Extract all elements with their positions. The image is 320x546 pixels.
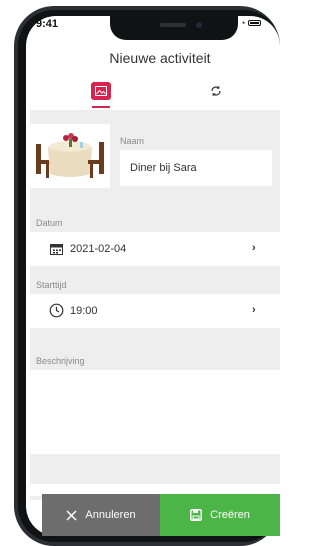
description-label: Beschrijving (36, 356, 85, 366)
time-label: Starttijd (36, 280, 67, 290)
time-field[interactable] (30, 294, 280, 328)
create-label: Creëren (210, 509, 250, 521)
signal-icon (226, 19, 237, 27)
clock-icon (49, 303, 64, 318)
date-field[interactable] (30, 232, 280, 266)
camera (196, 22, 202, 28)
tab-image[interactable] (91, 82, 111, 100)
sync-icon (211, 86, 221, 96)
date-chevron-icon: › (252, 242, 256, 254)
date-label: Datum (36, 218, 63, 228)
speaker (160, 23, 186, 27)
close-icon (66, 509, 77, 521)
cancel-label: Annuleren (85, 509, 136, 521)
name-label: Naam (120, 136, 145, 146)
create-button[interactable]: Creëren (160, 494, 280, 536)
calendar-icon (50, 244, 63, 255)
notch (110, 16, 238, 40)
page-title: Nieuwe activiteit (109, 50, 211, 66)
time-value: 19:00 (70, 305, 98, 317)
status-time: 9:41 (36, 18, 59, 30)
time-chevron-icon: › (252, 304, 256, 316)
description-field[interactable] (30, 370, 280, 454)
activity-image[interactable] (30, 124, 110, 188)
date-value: 2021-02-04 (70, 243, 127, 255)
tab-sync[interactable] (207, 82, 225, 100)
cancel-button[interactable]: Annuleren (42, 494, 160, 536)
name-value: Diner bij Sara (130, 162, 197, 174)
save-icon (190, 509, 203, 521)
action-bar: Annuleren Creëren (42, 494, 280, 536)
description-value (30, 370, 280, 386)
image-icon (95, 86, 107, 96)
wifi-icon: ◔ (240, 18, 246, 28)
battery-icon (248, 20, 262, 26)
status-icons: ◔ (226, 18, 262, 28)
active-tab-indicator (92, 106, 110, 108)
